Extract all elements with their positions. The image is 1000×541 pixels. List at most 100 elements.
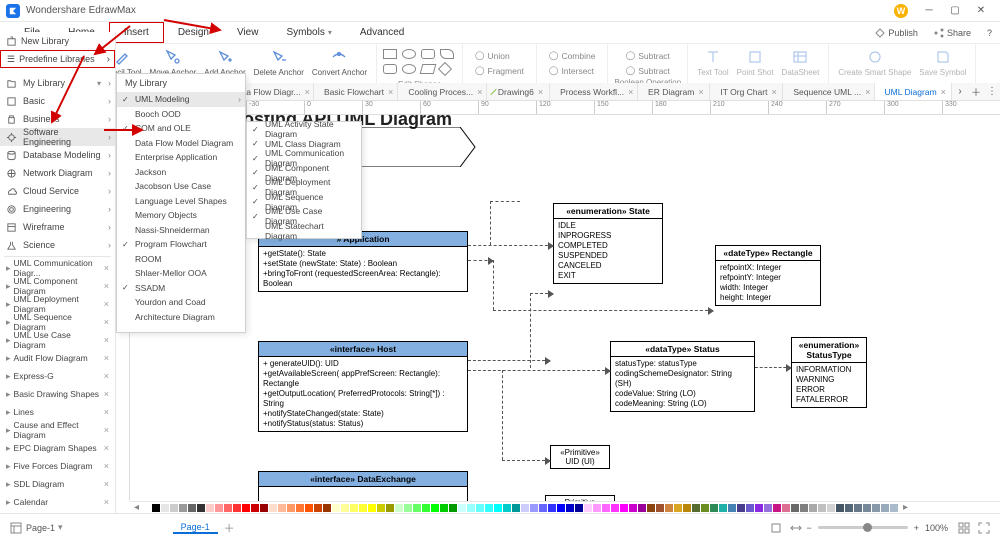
library-item[interactable]: ▸UML Communication Diagr...×: [0, 259, 115, 277]
library-item[interactable]: ▸EPC Diagram Shapes×: [0, 439, 115, 457]
color-chip[interactable]: [242, 504, 250, 512]
document-tab[interactable]: Drawing6×: [487, 83, 550, 100]
uml-dataexchange-box[interactable]: «interface» DataExchange: [258, 471, 468, 501]
library-item[interactable]: ▸Basic Drawing Shapes×: [0, 385, 115, 403]
color-chip[interactable]: [359, 504, 367, 512]
library-item[interactable]: ▸Lines×: [0, 403, 115, 421]
document-tab[interactable]: Basic Flowchart×: [314, 83, 398, 100]
zoom-value[interactable]: 100%: [925, 523, 948, 533]
submenu-item[interactable]: ROOM: [117, 252, 245, 267]
user-badge[interactable]: W: [894, 4, 908, 18]
color-chip[interactable]: [638, 504, 646, 512]
delete-anchor-tool[interactable]: Delete Anchor: [251, 46, 307, 87]
color-chip[interactable]: [728, 504, 736, 512]
help-button[interactable]: ?: [979, 22, 1000, 43]
color-chip[interactable]: [152, 504, 160, 512]
color-chip[interactable]: [593, 504, 601, 512]
color-chip[interactable]: [431, 504, 439, 512]
color-chip[interactable]: [197, 504, 205, 512]
color-chip[interactable]: [566, 504, 574, 512]
datasheet-tool[interactable]: DataSheet: [779, 46, 823, 87]
color-chip[interactable]: [656, 504, 664, 512]
save-symbol-tool[interactable]: Save Symbol: [916, 46, 969, 87]
maximize-button[interactable]: ▢: [942, 2, 968, 20]
color-chip[interactable]: [476, 504, 484, 512]
color-chip[interactable]: [539, 504, 547, 512]
zoom-slider[interactable]: [818, 526, 908, 529]
page-tab[interactable]: Page-1: [173, 522, 218, 534]
color-chip[interactable]: [557, 504, 565, 512]
submenu-item[interactable]: Architecture Diagram: [117, 310, 245, 325]
color-chip[interactable]: [377, 504, 385, 512]
uml-host-box[interactable]: «interface» Host + generateUID(): UID +g…: [258, 341, 468, 432]
color-chip[interactable]: [863, 504, 871, 512]
uml-rectangle-box[interactable]: «dateType» Rectangle refpointX: Integer …: [715, 245, 821, 306]
library-item[interactable]: ▸Audit Flow Diagram×: [0, 349, 115, 367]
point-shot-tool[interactable]: Point Shot: [734, 46, 777, 87]
subtract2-button[interactable]: ◯ Subtract: [620, 64, 676, 77]
color-chip[interactable]: [719, 504, 727, 512]
color-chip[interactable]: [827, 504, 835, 512]
zoom-plus[interactable]: +: [914, 523, 919, 533]
uml-status-box[interactable]: «dataType» Status statusType: statusType…: [610, 341, 755, 412]
color-chip[interactable]: [413, 504, 421, 512]
color-chip[interactable]: [692, 504, 700, 512]
color-chip[interactable]: [737, 504, 745, 512]
text-tool[interactable]: Text Tool: [694, 46, 731, 87]
color-chip[interactable]: [449, 504, 457, 512]
uml-uid-primitive[interactable]: «Primitive»UID (UI): [550, 445, 610, 469]
submenu-item[interactable]: Memory Objects: [117, 208, 245, 223]
color-chip[interactable]: [503, 504, 511, 512]
fullscreen-icon[interactable]: [977, 521, 991, 535]
combine-button[interactable]: ◯ Combine: [543, 49, 602, 62]
uml-submenu-item[interactable]: UML Statechart Diagram: [247, 224, 361, 239]
zoom-minus[interactable]: −: [806, 523, 811, 533]
library-item[interactable]: ▸UML Component Diagram×: [0, 277, 115, 295]
color-chip[interactable]: [350, 504, 358, 512]
color-chip[interactable]: [332, 504, 340, 512]
color-chip[interactable]: [179, 504, 187, 512]
color-chip[interactable]: [233, 504, 241, 512]
menu-advanced[interactable]: Advanced: [346, 22, 418, 43]
library-item[interactable]: ▸Calendar×: [0, 493, 115, 511]
library-item[interactable]: ▸Express-G×: [0, 367, 115, 385]
color-chip[interactable]: [170, 504, 178, 512]
submenu-item[interactable]: Jackson: [117, 165, 245, 180]
share-button[interactable]: Share: [926, 22, 979, 43]
fit-page-icon[interactable]: [769, 521, 783, 535]
color-chip[interactable]: [206, 504, 214, 512]
uml-submenu-item[interactable]: UML Activity State Diagram: [247, 122, 361, 137]
publish-button[interactable]: Publish: [867, 22, 926, 43]
cat-wireframe[interactable]: Wireframe: [0, 218, 115, 236]
color-chip[interactable]: [251, 504, 259, 512]
submenu-item[interactable]: Nassi-Shneiderman: [117, 223, 245, 238]
color-chip[interactable]: [224, 504, 232, 512]
intersect-button[interactable]: ◯ Intersect: [543, 64, 602, 77]
color-chip[interactable]: [818, 504, 826, 512]
color-chip[interactable]: [269, 504, 277, 512]
color-chip[interactable]: [809, 504, 817, 512]
library-item[interactable]: ▸UML Deployment Diagram×: [0, 295, 115, 313]
submenu-item[interactable]: Yourdon and Coad: [117, 295, 245, 310]
cat-engineering[interactable]: Engineering: [0, 200, 115, 218]
color-chip[interactable]: [620, 504, 628, 512]
color-chip[interactable]: [530, 504, 538, 512]
color-chip[interactable]: [890, 504, 898, 512]
submenu-item[interactable]: SSADM: [117, 281, 245, 296]
menu-symbols[interactable]: Symbols: [272, 22, 345, 43]
color-chip[interactable]: [746, 504, 754, 512]
subtract-button[interactable]: ◯ Subtract: [620, 49, 676, 62]
smart-shape-tool[interactable]: Create Smart Shape: [835, 46, 914, 87]
submenu-item[interactable]: UML Modeling›: [117, 92, 245, 107]
cat-cloud[interactable]: Cloud Service: [0, 182, 115, 200]
submenu-item[interactable]: Shlaer-Mellor OOA: [117, 266, 245, 281]
document-tab[interactable]: ER Diagram×: [638, 83, 710, 100]
library-item[interactable]: ▸SDL Diagram×: [0, 475, 115, 493]
color-chip[interactable]: [278, 504, 286, 512]
new-tab-button[interactable]: ＋: [968, 83, 984, 100]
color-chip[interactable]: [773, 504, 781, 512]
document-tab[interactable]: Cooling Proces...×: [398, 83, 487, 100]
color-chip[interactable]: [485, 504, 493, 512]
minimize-button[interactable]: ─: [916, 2, 942, 20]
color-chip[interactable]: [611, 504, 619, 512]
